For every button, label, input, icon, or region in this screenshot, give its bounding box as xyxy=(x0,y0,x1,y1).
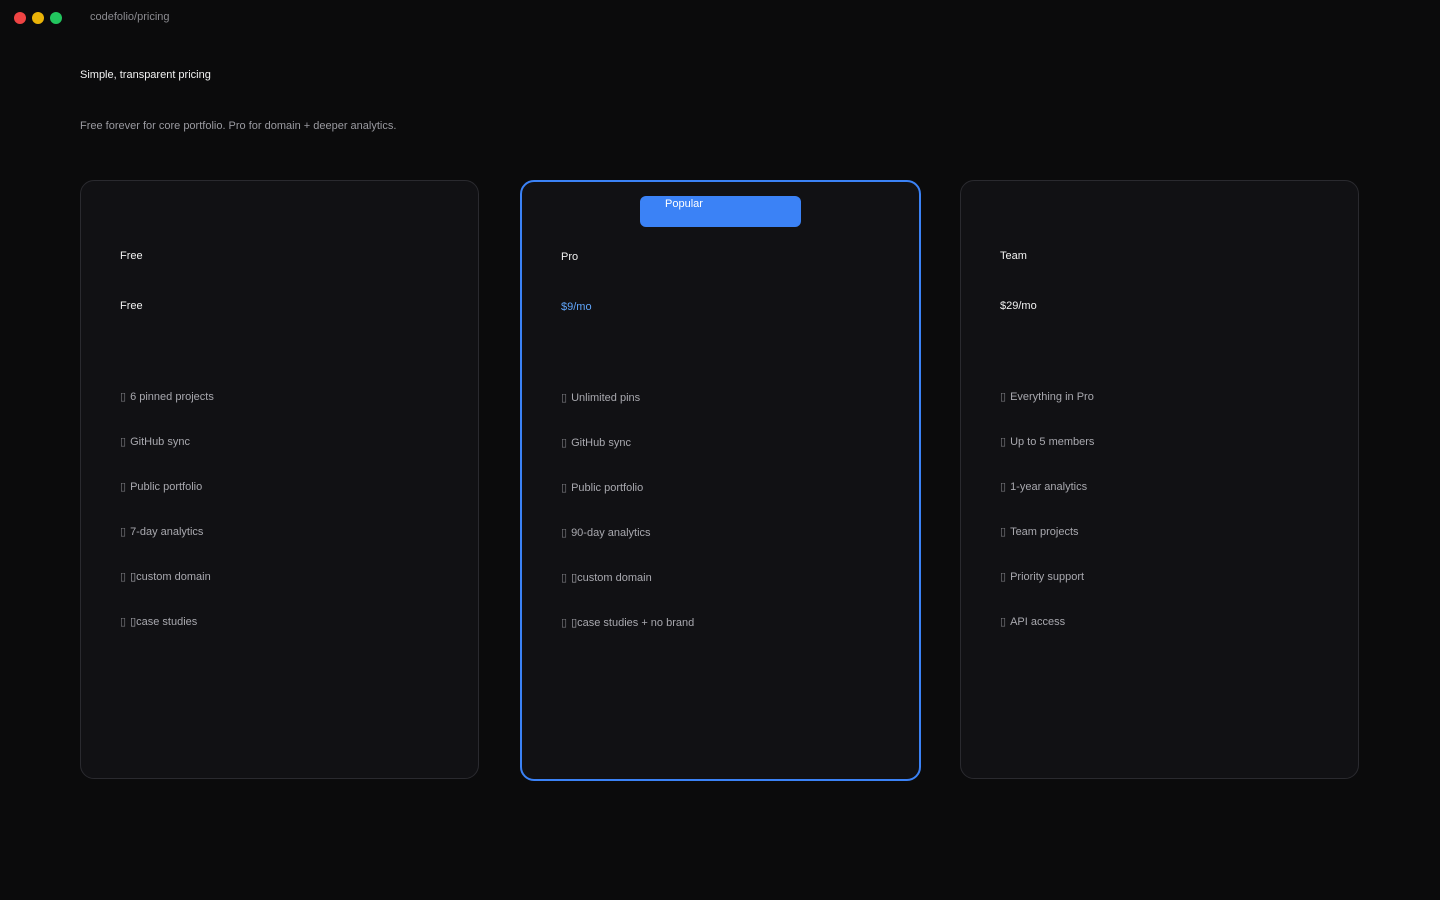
feature-list: ▯ Unlimited pins ▯ GitHub sync ▯ Public por… xyxy=(561,391,694,661)
check-icon: ▯ xyxy=(120,481,127,493)
check-icon: ▯ xyxy=(120,526,127,538)
feature-item: ▯ Team projects xyxy=(1000,525,1094,570)
check-icon: ▯ xyxy=(1000,436,1007,448)
feature-label: 90-day analytics xyxy=(571,527,651,539)
check-icon: ▯ xyxy=(561,527,568,539)
maximize-window-button[interactable] xyxy=(50,12,62,24)
close-window-button[interactable] xyxy=(14,12,26,24)
plan-name: Pro xyxy=(561,251,579,263)
feature-item: ▯ ▯case studies + no brand xyxy=(561,616,694,661)
feature-label: Team projects xyxy=(1010,526,1079,538)
feature-label: ▯custom domain xyxy=(571,572,652,584)
page-subtitle: Free forever for core portfolio. Pro for… xyxy=(80,120,397,132)
plan-name: Free xyxy=(120,250,143,262)
feature-list: ▯ 6 pinned projects ▯ GitHub sync ▯ Public … xyxy=(120,390,214,660)
check-icon: ▯ xyxy=(120,436,127,448)
check-icon: ▯ xyxy=(561,437,568,449)
check-icon: ▯ xyxy=(561,482,568,494)
feature-item: ▯ GitHub sync xyxy=(120,435,214,480)
check-icon: ▯ xyxy=(1000,616,1007,628)
feature-item: ▯ ▯case studies xyxy=(120,615,214,660)
check-icon: ▯ xyxy=(120,616,127,628)
popular-badge: Popular xyxy=(640,196,801,227)
feature-label: Public portfolio xyxy=(130,481,203,493)
minimize-window-button[interactable] xyxy=(32,12,44,24)
feature-label: ▯case studies + no brand xyxy=(571,617,695,629)
check-icon: ▯ xyxy=(120,571,127,583)
feature-label: GitHub sync xyxy=(130,436,190,448)
feature-label: Public portfolio xyxy=(571,482,644,494)
check-icon: ▯ xyxy=(120,391,127,403)
plan-price: $9/mo xyxy=(561,301,592,313)
plan-card-free[interactable]: Free Free ▯ 6 pinned projects ▯ GitHub syn… xyxy=(80,180,479,779)
plan-card-team[interactable]: Team $29/mo ▯ Everything in Pro ▯ Up to 5 … xyxy=(960,180,1359,779)
plan-price: Free xyxy=(120,300,143,312)
feature-label: Unlimited pins xyxy=(571,392,641,404)
check-icon: ▯ xyxy=(561,572,568,584)
page-title: Simple, transparent pricing xyxy=(80,69,211,81)
check-icon: ▯ xyxy=(561,617,568,629)
check-icon: ▯ xyxy=(1000,481,1007,493)
feature-item: ▯ Public portfolio xyxy=(561,481,694,526)
feature-label: ▯case studies xyxy=(130,616,198,628)
feature-item: ▯ GitHub sync xyxy=(561,436,694,481)
page-path: codefolio/pricing xyxy=(90,11,170,23)
feature-item: ▯ Up to 5 members xyxy=(1000,435,1094,480)
feature-label: 1-year analytics xyxy=(1010,481,1088,493)
plan-card-pro[interactable]: Popular Pro $9/mo ▯ Unlimited pins ▯ GitHu… xyxy=(520,180,921,781)
feature-item: ▯ 6 pinned projects xyxy=(120,390,214,435)
check-icon: ▯ xyxy=(561,392,568,404)
feature-item: ▯ ▯custom domain xyxy=(561,571,694,616)
feature-label: GitHub sync xyxy=(571,437,631,449)
feature-label: 7-day analytics xyxy=(130,526,204,538)
feature-item: ▯ Everything in Pro xyxy=(1000,390,1094,435)
feature-label: API access xyxy=(1010,616,1066,628)
feature-label: 6 pinned projects xyxy=(130,391,214,403)
window-controls xyxy=(14,12,62,24)
feature-list: ▯ Everything in Pro ▯ Up to 5 members ▯ 1-y… xyxy=(1000,390,1094,660)
feature-label: Up to 5 members xyxy=(1010,436,1095,448)
plan-name: Team xyxy=(1000,250,1027,262)
feature-label: Everything in Pro xyxy=(1010,391,1094,403)
feature-item: ▯ Public portfolio xyxy=(120,480,214,525)
check-icon: ▯ xyxy=(1000,391,1007,403)
feature-item: ▯ ▯custom domain xyxy=(120,570,214,615)
feature-item: ▯ API access xyxy=(1000,615,1094,660)
feature-label: ▯custom domain xyxy=(130,571,211,583)
feature-label: Priority support xyxy=(1010,571,1085,583)
feature-item: ▯ 90-day analytics xyxy=(561,526,694,571)
plan-price: $29/mo xyxy=(1000,300,1037,312)
check-icon: ▯ xyxy=(1000,571,1007,583)
feature-item: ▯ Unlimited pins xyxy=(561,391,694,436)
feature-item: ▯ 1-year analytics xyxy=(1000,480,1094,525)
check-icon: ▯ xyxy=(1000,526,1007,538)
feature-item: ▯ 7-day analytics xyxy=(120,525,214,570)
feature-item: ▯ Priority support xyxy=(1000,570,1094,615)
